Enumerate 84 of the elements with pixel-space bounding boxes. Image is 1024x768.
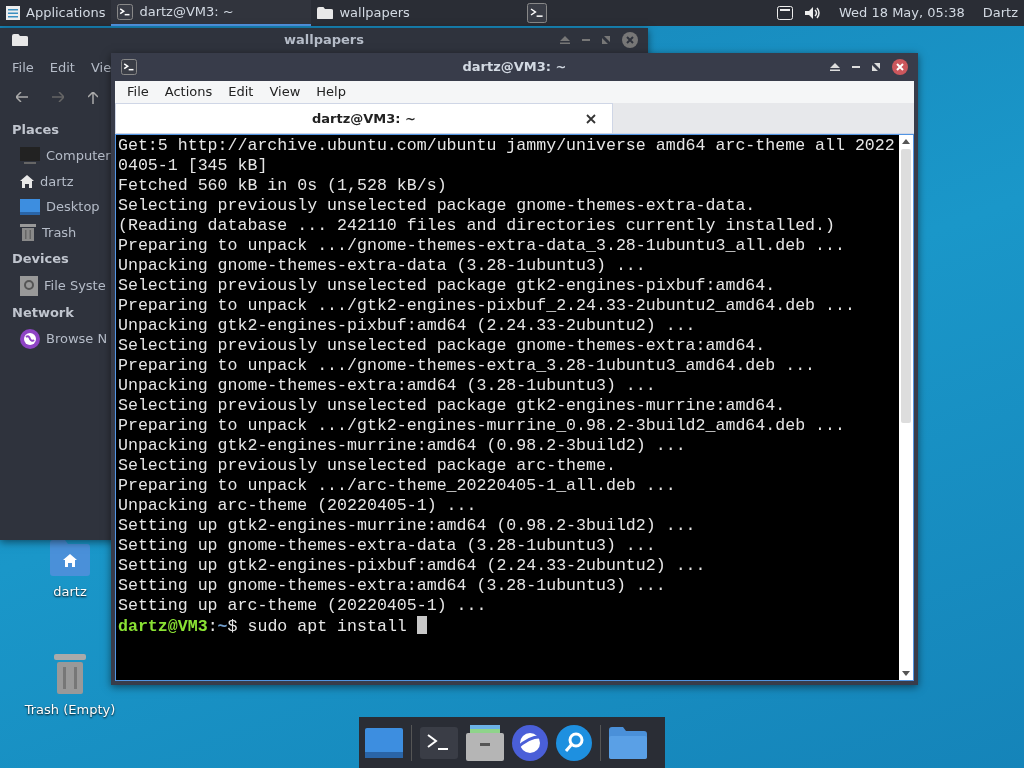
terminal-line: Setting up gnome-themes-extra:amd64 (3.28-1ubuntu3) ... <box>118 576 667 596</box>
taskbar-button[interactable]: wallpapers <box>311 0 512 26</box>
tab-label[interactable]: dartz@VM3: ~ <box>312 108 416 129</box>
sidebar-item[interactable]: Trash <box>0 219 112 245</box>
terminal-line: Unpacking gtk2-engines-murrine:amd64 (0.98.2-3build2) ... <box>118 436 687 456</box>
terminal-line: Preparing to unpack .../gtk2-engines-pixbuf_2.24.33-2ubuntu2_amd64.deb ... <box>118 296 856 316</box>
drive-icon <box>20 275 38 296</box>
home-folder-icon[interactable] <box>50 540 90 576</box>
terminal-line: Preparing to unpack .../gnome-themes-extra-data_3.28-1ubuntu3_all.deb ... <box>118 236 846 256</box>
terminal-line: Preparing to unpack .../gnome-themes-extra_3.28-1ubuntu3_amd64.deb ... <box>118 356 817 376</box>
sidebar-item[interactable]: dartz <box>0 168 112 194</box>
menu-item[interactable]: Help <box>308 82 354 102</box>
terminal-icon <box>121 59 137 75</box>
sidebar-item[interactable]: File Syste <box>0 272 112 299</box>
globe-icon[interactable] <box>512 724 548 761</box>
icon-label[interactable]: Trash (Empty) <box>24 700 116 720</box>
terminal-line: Fetched 560 kB in 0s (1,528 kB/s) <box>118 176 448 196</box>
terminal-line: Unpacking gtk2-engines-pixbuf:amd64 (2.24.33-2ubuntu2) ... <box>118 316 697 336</box>
terminal-line: Setting up arc-theme (20220405-1) ... <box>118 596 488 616</box>
text-cursor <box>416 616 427 634</box>
clock[interactable]: Wed 18 May, 05:38 <box>833 0 971 26</box>
window-title: wallpapers <box>283 31 364 50</box>
terminal-line: 0405-1 [345 kB] <box>118 156 269 176</box>
sidebar-item[interactable]: Computer <box>0 143 112 169</box>
terminal-icon <box>117 4 134 20</box>
terminal-line: Setting up gtk2-engines-murrine:amd64 (0.98.2-3build2) ... <box>118 516 697 536</box>
menu-item[interactable]: File <box>12 58 34 78</box>
terminal-tab[interactable]: dartz@VM3: ~ <box>115 103 613 133</box>
maximize-icon[interactable] <box>872 63 880 71</box>
shade-icon[interactable] <box>830 63 840 71</box>
trash-icon <box>20 223 36 242</box>
terminal-line: Setting up gtk2-engines-pixbuf:amd64 (2.24.33-2ubuntu2) ... <box>118 556 707 576</box>
menu-item[interactable]: View <box>261 82 309 102</box>
menu-item[interactable]: Edit <box>220 82 262 102</box>
menu-icon <box>6 6 20 20</box>
menu-item[interactable]: Vie <box>90 58 112 78</box>
home-icon <box>20 174 34 188</box>
terminal-line: Selecting previously unselected package gnome-themes-extra-data. <box>118 196 757 216</box>
globe-icon <box>20 329 40 349</box>
terminal-line: Preparing to unpack .../arc-theme_20220405-1_all.deb ... <box>118 476 677 496</box>
terminal-icon[interactable] <box>420 726 458 759</box>
search-icon[interactable] <box>556 724 592 761</box>
folder-icon <box>317 6 334 20</box>
desktop-icon <box>20 198 40 215</box>
terminal-line: Preparing to unpack .../gtk2-engines-murrine_0.98.2-3build2_amd64.deb ... <box>118 416 846 436</box>
terminal-line: Selecting previously unselected package gnome-themes-extra:amd64. <box>118 336 767 356</box>
volume-icon[interactable] <box>805 6 821 20</box>
folder-icon <box>12 33 28 47</box>
applications-menu[interactable]: Applications <box>0 0 112 26</box>
window-title: dartz@VM3: ~ <box>462 58 567 77</box>
screen-icon[interactable] <box>777 6 793 20</box>
terminal-line: (Reading database ... 242110 files and directories currently installed.) <box>118 216 836 236</box>
terminal-line: Setting up gnome-themes-extra-data (3.28-1ubuntu3) ... <box>118 536 657 556</box>
scrollbar[interactable] <box>899 135 913 680</box>
section-heading: Devices <box>11 250 70 268</box>
monitor-icon <box>20 146 40 165</box>
menu-item[interactable]: File <box>119 82 157 102</box>
section-heading: Network <box>11 303 75 322</box>
scroll-thumb[interactable] <box>901 149 911 423</box>
scroll-up-icon[interactable] <box>902 139 910 144</box>
taskbar-button[interactable]: dartz@VM3: ~ <box>111 0 312 26</box>
user-menu[interactable]: Dartz <box>976 0 1024 26</box>
terminal-line: Selecting previously unselected package gtk2-engines-pixbuf:amd64. <box>118 276 777 296</box>
back-icon[interactable] <box>16 91 28 102</box>
desktop-icon[interactable] <box>365 727 403 758</box>
up-icon[interactable] <box>88 91 98 104</box>
file-cabinet-icon[interactable] <box>466 724 504 761</box>
sidebar-item[interactable]: Browse N <box>0 326 112 352</box>
terminal-icon <box>527 3 548 23</box>
close-icon[interactable] <box>586 113 596 124</box>
terminal-line: Selecting previously unselected package gtk2-engines-murrine:amd64. <box>118 396 787 416</box>
menu-item[interactable]: Edit <box>49 58 75 78</box>
section-heading: Places <box>11 120 61 139</box>
terminal-line: Get:5 http://archive.ubuntu.com/ubuntu jammy/universe amd64 arc-theme all 2022 <box>118 136 896 156</box>
terminal-line: Unpacking gnome-themes-extra-data (3.28-1ubuntu3) ... <box>118 256 647 276</box>
terminal-line: Unpacking arc-theme (20220405-1) ... <box>118 496 478 516</box>
sidebar-item[interactable]: Desktop <box>0 194 112 220</box>
menu-item[interactable]: Actions <box>156 82 221 102</box>
folder-icon[interactable] <box>609 726 647 759</box>
terminal-line: Selecting previously unselected package arc-theme. <box>118 456 617 476</box>
scroll-down-icon[interactable] <box>902 671 910 676</box>
close-icon[interactable] <box>892 59 908 75</box>
terminal-line: Unpacking gnome-themes-extra:amd64 (3.28-1ubuntu3) ... <box>118 376 657 396</box>
command-prompt[interactable]: dartz@VM3:~$ sudo apt install <box>118 616 897 637</box>
